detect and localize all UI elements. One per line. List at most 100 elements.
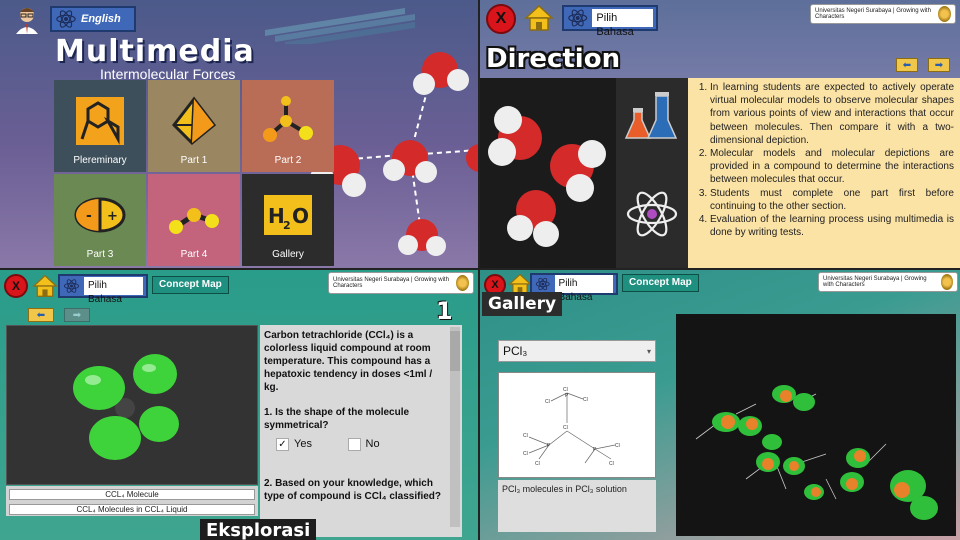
question-2: 2. Based on your knowledge, which type o… <box>264 478 442 503</box>
gallery-screen: X Pilih Bahasa Concept Map Universitas N… <box>480 270 960 540</box>
language-selector[interactable]: English <box>50 6 136 32</box>
home-icon[interactable] <box>524 4 554 32</box>
concept-map-button[interactable]: Concept Map <box>152 276 229 294</box>
label-ccl4-molecule[interactable]: CCL₄ Molecule <box>9 489 255 500</box>
flask-icon <box>624 92 678 139</box>
scrollbar[interactable] <box>450 327 460 527</box>
atom-label: Cl <box>609 461 614 467</box>
svg-text:-: - <box>86 208 92 224</box>
concept-map-button[interactable]: Concept Map <box>622 274 699 292</box>
question-1: 1. Is the shape of the molecule symmetri… <box>264 407 410 431</box>
h2o-o-text: O <box>292 204 309 228</box>
direction-item: Molecular models and molecular depiction… <box>710 147 954 187</box>
molecule-part2-icon <box>263 96 313 142</box>
dipole-icon: - + <box>74 197 126 233</box>
section-footer: Eksplorasi <box>200 519 317 540</box>
university-text: Universitas Negeri Surabaya | Growing wi… <box>823 276 927 288</box>
decorative-stripes <box>265 8 415 44</box>
menu-tile-part1[interactable]: Part 1 <box>148 80 240 172</box>
close-button[interactable]: X <box>486 4 516 34</box>
language-label: English <box>81 13 121 25</box>
water-molecules-model <box>488 106 606 247</box>
prev-button[interactable]: ⬅ <box>896 58 918 72</box>
menu-tile-label: Part 2 <box>274 155 302 166</box>
atom-label: Cl <box>583 397 588 403</box>
menu-tile-label: Part 1 <box>180 155 208 166</box>
model-labels: CCL₄ Molecule CCL₄ Molecules in CCL₄ Liq… <box>6 486 258 516</box>
ccl4-molecule-model <box>73 354 179 460</box>
svg-text:+: + <box>107 209 118 224</box>
benzene-icon <box>76 97 124 145</box>
h2o-sub-text: 2 <box>283 219 291 232</box>
prev-button[interactable]: ⬅ <box>28 308 54 322</box>
ccl4-3d-viewer[interactable] <box>6 325 258 485</box>
gallery-caption: PCl₃ molecules in PCl₃ solution <box>498 480 656 532</box>
university-text: Universitas Negeri Surabaya | Growing wi… <box>815 8 931 20</box>
atom-label: Cl <box>523 433 528 439</box>
no-checkbox[interactable] <box>347 438 361 451</box>
atom-icon <box>568 9 588 27</box>
language-input[interactable]: Pilih Bahasa <box>84 277 143 305</box>
atom-icon <box>63 279 80 293</box>
menu-tile-part3[interactable]: - + Part 3 <box>54 174 146 266</box>
water-model-view <box>480 78 616 268</box>
tetrahedron-icon <box>172 96 217 146</box>
screen-collage: English Multimedia Intermolecular Forces <box>0 0 960 540</box>
pcl3-3d-viewer[interactable] <box>676 314 956 536</box>
university-text: Universitas Negeri Surabaya | Growing wi… <box>333 277 449 289</box>
menu-tile-label: Plereminary <box>73 155 127 166</box>
atom-icon <box>535 277 550 291</box>
language-selector[interactable]: Pilih Bahasa <box>562 5 658 38</box>
direction-icons-panel <box>616 78 688 268</box>
atom-label: Cl <box>563 425 568 431</box>
language-input[interactable]: Pilih Bahasa <box>592 9 653 38</box>
university-badge: Universitas Negeri Surabaya | Growing wi… <box>810 4 956 24</box>
menu-tile-label: Part 3 <box>86 249 114 260</box>
direction-item: Students must complete one part first be… <box>710 187 954 213</box>
page-number: 1 <box>436 297 453 325</box>
menu-tile-gallery[interactable]: H 2 O Gallery <box>242 174 334 266</box>
direction-screen: X Pilih Bahasa Universitas Negeri Suraba… <box>480 0 960 268</box>
direction-item: Evaluation of the learning process using… <box>710 213 954 239</box>
bond-icon <box>169 208 219 234</box>
molecule-select[interactable]: PCl₃ ▾ <box>498 340 656 362</box>
atom-label: Cl <box>545 399 550 405</box>
pcl3-structure-diagram: Cl P Cl Cl Cl Cl P Cl Cl P Cl Cl <box>498 372 656 478</box>
language-selector[interactable]: Pilih Bahasa <box>58 274 148 305</box>
atom-orbit-icon <box>626 191 678 237</box>
water-h2o-icon: H 2 O <box>264 195 312 235</box>
exploration-screen: X Pilih Bahasa Concept Map Universitas N… <box>0 270 478 540</box>
page-title: Direction <box>486 44 621 74</box>
direction-text-panel: In learning students are expected to act… <box>688 78 960 268</box>
close-button[interactable]: X <box>4 274 28 298</box>
chevron-down-icon: ▾ <box>646 346 651 356</box>
pcl3-structure-drawing: Cl P Cl Cl Cl Cl P Cl Cl P Cl Cl <box>523 387 620 467</box>
university-seal-icon <box>456 275 469 291</box>
language-input[interactable]: Pilih Bahasa <box>554 275 613 303</box>
university-seal-icon <box>938 6 951 22</box>
no-label: No <box>365 438 380 451</box>
label-ccl4-liquid[interactable]: CCL₄ Molecules in CCL₄ Liquid <box>9 504 255 515</box>
menu-tile-label: Part 4 <box>180 249 208 260</box>
university-badge: Universitas Negeri Surabaya | Growing wi… <box>328 272 474 294</box>
home-icon[interactable] <box>32 274 58 298</box>
app-title: Multimedia <box>55 34 255 69</box>
yes-label: Yes <box>294 438 312 451</box>
university-badge: Universitas Negeri Surabaya | Growing wi… <box>818 272 958 292</box>
menu-tile-part2[interactable]: Part 2 <box>242 80 334 172</box>
yes-checkbox[interactable]: ✓ <box>276 438 289 451</box>
menu-tile-label: Gallery <box>272 249 304 260</box>
direction-list: In learning students are expected to act… <box>692 81 954 239</box>
question-panel: Carbon tetrachloride (CCl₄) is a colorle… <box>260 325 462 537</box>
direction-item: In learning students are expected to act… <box>710 81 954 147</box>
intro-text: Carbon tetrachloride (CCl₄) is a colorle… <box>264 330 433 393</box>
scientist-avatar-icon <box>16 8 38 34</box>
scrollbar-thumb[interactable] <box>450 331 460 371</box>
molecule-select-value: PCl₃ <box>503 344 528 358</box>
atom-label: Cl <box>535 461 540 467</box>
menu-tile-preliminary[interactable]: Plereminary <box>54 80 146 172</box>
pcl3-molecules-model <box>695 385 938 520</box>
next-button[interactable]: ➡ <box>928 58 950 72</box>
next-button[interactable]: ➡ <box>64 308 90 322</box>
menu-tile-part4[interactable]: Part 4 <box>148 174 240 266</box>
